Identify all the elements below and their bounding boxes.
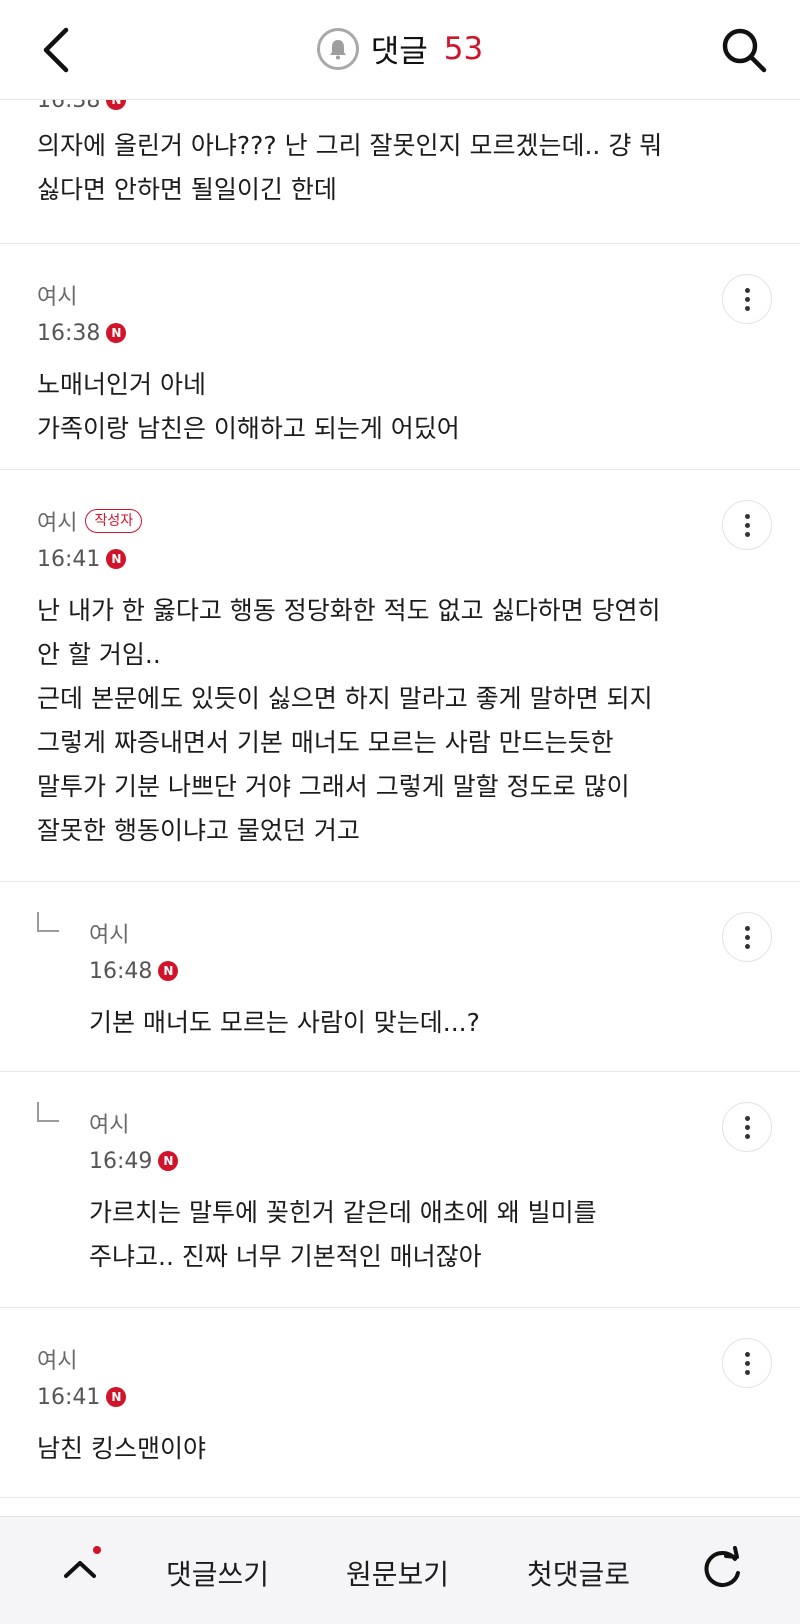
more-options-button[interactable] <box>722 274 772 324</box>
author-name: 여시 <box>37 511 78 536</box>
reply-item: 여시 16:49 N 가르치는 말투에 꽂힌거 같은데 애초에 왜 빌미를 주냐… <box>0 1072 800 1308</box>
comment-list: 16:38 N 의자에 올린거 아냐??? 난 그리 잘못인지 모르겠는데.. … <box>0 88 800 1498</box>
author-name: 여시 <box>89 923 130 948</box>
reply-arrow-icon <box>37 1102 59 1122</box>
comment-body: 의자에 올린거 아냐??? 난 그리 잘못인지 모르겠는데.. 걍 뭐 싫다면 … <box>37 131 663 204</box>
dot-icon <box>744 943 750 949</box>
comment-author: 여시 <box>89 1109 597 1138</box>
reply-arrow-icon <box>37 912 59 932</box>
comment-time: 16:41 <box>37 1384 101 1410</box>
new-badge: N <box>106 1387 127 1407</box>
author-name: 여시 <box>89 1113 130 1138</box>
comment-time-row: 16:38 N <box>37 319 460 347</box>
page-title: 댓글 53 <box>0 26 800 71</box>
more-options-button[interactable] <box>722 1338 772 1388</box>
bell-icon[interactable] <box>316 27 359 70</box>
dot-icon <box>744 531 750 537</box>
new-badge: N <box>158 1151 179 1171</box>
comment-body: 난 내가 한 옳다고 행동 정당화한 적도 없고 싫다하면 당연히 안 할 거임… <box>37 596 661 845</box>
comment-author: 여시 작성자 <box>37 507 661 536</box>
dot-icon <box>744 1360 750 1366</box>
dot-icon <box>744 1124 750 1130</box>
dot-icon <box>744 1133 750 1139</box>
comment-body: 남친 킹스맨이야 <box>37 1434 206 1463</box>
search-icon <box>722 28 767 73</box>
comment-time-row: 16:41 N <box>37 545 661 573</box>
comment-item: 여시 16:38 N 노매너인거 아네 가족이랑 남친은 이해하고 되는게 어딨… <box>0 244 800 470</box>
comment-item: 16:38 N 의자에 올린거 아냐??? 난 그리 잘못인지 모르겠는데.. … <box>0 88 800 244</box>
search-button[interactable] <box>716 22 772 78</box>
dot-icon <box>744 296 750 302</box>
notification-dot <box>93 1546 101 1554</box>
first-comment-button[interactable]: 첫댓글로 <box>527 1553 630 1593</box>
comment-author: 여시 <box>89 919 480 948</box>
more-options-button[interactable] <box>722 1102 772 1152</box>
refresh-icon <box>704 1546 740 1587</box>
dot-icon <box>744 513 750 519</box>
comment-body: 가르치는 말투에 꽂힌거 같은데 애초에 왜 빌미를 주냐고.. 진짜 너무 기… <box>89 1198 597 1271</box>
dot-icon <box>744 1115 750 1121</box>
reply-item: 여시 16:48 N 기본 매너도 모르는 사람이 맞는데...? <box>0 882 800 1072</box>
dot-icon <box>744 934 750 940</box>
more-options-button[interactable] <box>722 912 772 962</box>
write-comment-button[interactable]: 댓글쓰기 <box>166 1553 269 1593</box>
dot-icon <box>744 305 750 311</box>
comment-time-row: 16:48 N <box>89 957 480 985</box>
top-bar: 댓글 53 <box>0 0 800 100</box>
comment-time-row: 16:41 N <box>37 1383 206 1411</box>
refresh-button[interactable] <box>698 1545 746 1593</box>
comment-count: 53 <box>443 30 484 67</box>
more-options-button[interactable] <box>722 500 772 550</box>
chevron-up-icon <box>64 1561 96 1578</box>
dot-icon <box>744 287 750 293</box>
dot-icon <box>744 1351 750 1357</box>
dot-icon <box>744 522 750 528</box>
new-badge: N <box>106 549 127 569</box>
comment-item: 여시 16:41 N 남친 킹스맨이야 <box>0 1308 800 1498</box>
author-name: 여시 <box>37 285 78 310</box>
comment-time: 16:38 <box>37 320 101 346</box>
comment-body: 노매너인거 아네 가족이랑 남친은 이해하고 되는게 어딨어 <box>37 370 460 443</box>
title-label: 댓글 <box>370 34 428 70</box>
comment-author: 여시 <box>37 281 460 310</box>
bottom-toolbar: 댓글쓰기 원문보기 첫댓글로 <box>0 1516 800 1624</box>
dot-icon <box>744 1369 750 1375</box>
new-badge: N <box>158 961 179 981</box>
view-original-button[interactable]: 원문보기 <box>346 1553 449 1593</box>
author-badge: 작성자 <box>85 509 143 533</box>
comment-item: 여시 작성자 16:41 N 난 내가 한 옳다고 행동 정당화한 적도 없고 … <box>0 470 800 882</box>
comment-body: 기본 매너도 모르는 사람이 맞는데...? <box>89 1008 480 1037</box>
author-name: 여시 <box>37 1349 78 1374</box>
comment-time-row: 16:49 N <box>89 1147 597 1175</box>
dot-icon <box>744 925 750 931</box>
comment-time: 16:41 <box>37 546 101 572</box>
comment-author: 여시 <box>37 1345 206 1374</box>
new-badge: N <box>106 323 127 343</box>
comment-time: 16:48 <box>89 958 153 984</box>
comment-time: 16:49 <box>89 1148 153 1174</box>
